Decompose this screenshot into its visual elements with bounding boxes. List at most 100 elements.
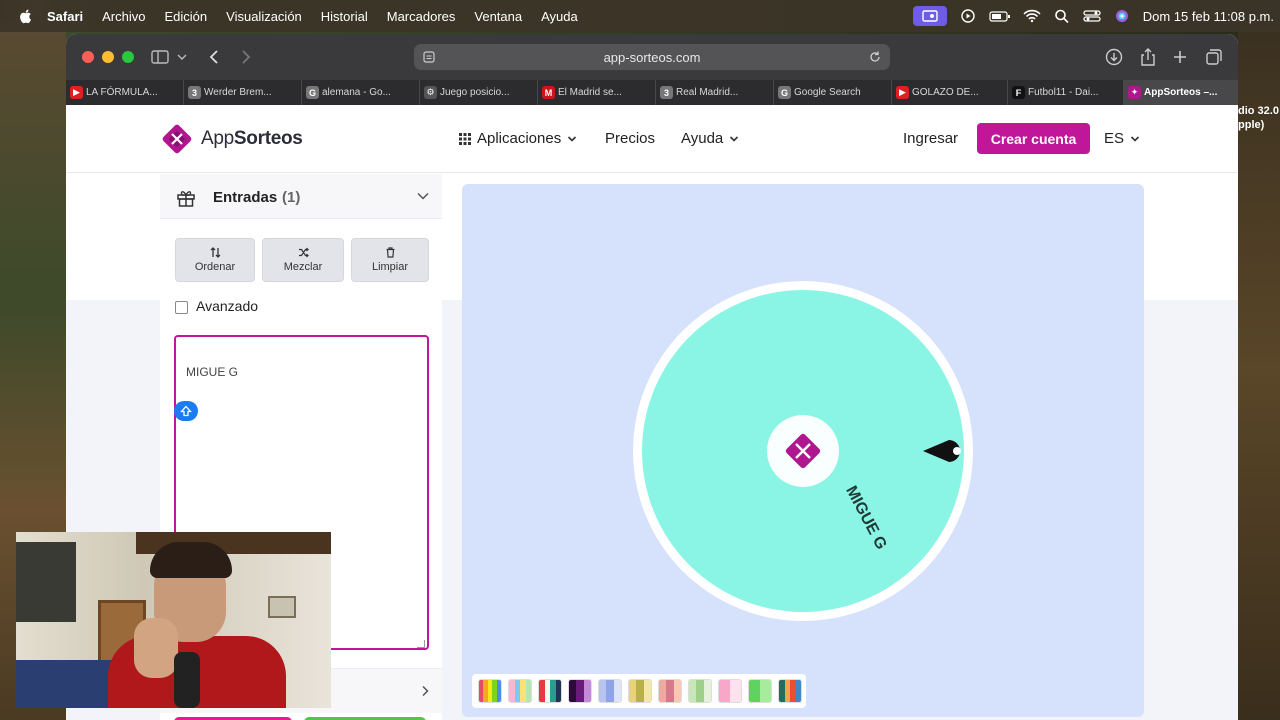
browser-tab[interactable]: 3 Werder Brem... xyxy=(184,80,302,105)
page-settings-icon[interactable] xyxy=(422,50,436,64)
new-tab-icon[interactable] xyxy=(1170,47,1190,67)
tab-overview-icon[interactable] xyxy=(1204,47,1224,67)
nav-help-label: Ayuda xyxy=(681,130,724,147)
close-button[interactable] xyxy=(82,51,94,63)
apple-icon[interactable] xyxy=(17,7,35,25)
browser-tab[interactable]: ⚙ Juego posicio... xyxy=(420,80,538,105)
youtube-icon: ▶ xyxy=(896,86,909,99)
futbol11-icon: F xyxy=(1012,86,1025,99)
language-selector[interactable]: ES xyxy=(1104,130,1140,147)
browser-tab[interactable]: F Futbol11 - Dai... xyxy=(1008,80,1124,105)
menu-bar: Safari Archivo Edición Visualización His… xyxy=(0,0,1280,32)
marca-icon: M xyxy=(542,86,555,99)
search-icon[interactable] xyxy=(1053,9,1071,23)
forward-icon[interactable] xyxy=(236,47,256,67)
webcam-overlay xyxy=(16,532,331,708)
browser-tab[interactable]: ▶ GOLAZO DE... xyxy=(892,80,1008,105)
menu-clock[interactable]: Dom 15 feb 11:08 p.m. xyxy=(1143,9,1274,24)
browser-tab-active[interactable]: ✦ AppSorteos –... xyxy=(1124,80,1238,105)
clear-button[interactable]: Limpiar xyxy=(351,238,429,282)
browser-toolbar: app-sorteos.com xyxy=(66,34,1238,80)
tab-bar: ▶ LA FÓRMULA... 3 Werder Brem... Galemana … xyxy=(66,80,1238,105)
menu-edicion[interactable]: Edición xyxy=(165,9,208,24)
tab-label: El Madrid se... xyxy=(558,87,622,98)
chevron-down-icon xyxy=(1130,135,1140,142)
menu-marcadores[interactable]: Marcadores xyxy=(387,9,456,24)
desktop-widget-text: dio 32.0 xyxy=(1238,105,1279,117)
textarea-resize-handle[interactable] xyxy=(417,640,425,648)
menu-ayuda[interactable]: Ayuda xyxy=(541,9,578,24)
advanced-checkbox[interactable] xyxy=(175,301,188,314)
nav-help[interactable]: Ayuda xyxy=(681,130,739,147)
nav-apps-label: Aplicaciones xyxy=(477,130,562,147)
grid-icon xyxy=(459,132,471,145)
browser-tab[interactable]: G Google Search xyxy=(774,80,892,105)
webcam-couch xyxy=(16,660,116,708)
logo-text-light: App xyxy=(201,128,234,149)
webcam-shelf xyxy=(16,542,76,622)
shuffle-button[interactable]: Mezclar xyxy=(262,238,344,282)
reload-icon[interactable] xyxy=(868,50,882,64)
caps-lock-icon xyxy=(180,405,192,417)
google-icon: G xyxy=(306,86,319,99)
menu-visualizacion[interactable]: Visualización xyxy=(226,9,302,24)
browser-tab[interactable]: 3 Real Madrid... xyxy=(656,80,774,105)
share-icon[interactable] xyxy=(1138,47,1158,67)
trash-icon xyxy=(386,247,394,258)
sort-icon xyxy=(210,247,220,258)
desktop-widget-text: pple) xyxy=(1238,119,1265,131)
site-logo[interactable]: AppSorteos xyxy=(160,122,303,156)
palette-swatch[interactable] xyxy=(718,679,742,703)
wheel-stage: MIGUE G xyxy=(462,184,1144,717)
menu-safari[interactable]: Safari xyxy=(47,9,83,24)
menu-ventana[interactable]: Ventana xyxy=(474,9,522,24)
google-icon: G xyxy=(778,86,791,99)
minimize-button[interactable] xyxy=(102,51,114,63)
wifi-icon[interactable] xyxy=(1023,9,1041,23)
screen-share-icon[interactable] xyxy=(912,6,947,26)
sidebar-icon[interactable] xyxy=(150,47,170,67)
microphone-icon xyxy=(174,652,200,708)
back-icon[interactable] xyxy=(204,47,224,67)
palette-swatch[interactable] xyxy=(478,679,502,703)
battery-icon[interactable] xyxy=(989,9,1011,23)
advanced-label[interactable]: Avanzado xyxy=(196,298,258,314)
palette-swatch[interactable] xyxy=(508,679,532,703)
tab-label: Real Madrid... xyxy=(676,87,739,98)
browser-tab[interactable]: M El Madrid se... xyxy=(538,80,656,105)
entries-header[interactable]: Entradas (1) xyxy=(160,174,442,219)
tab-label: Juego posicio... xyxy=(440,87,510,98)
palette-swatch[interactable] xyxy=(688,679,712,703)
chevron-down-icon xyxy=(568,135,577,142)
chevron-down-icon[interactable] xyxy=(176,47,188,67)
downloads-icon[interactable] xyxy=(1104,47,1124,67)
palette-swatch[interactable] xyxy=(568,679,592,703)
menu-historial[interactable]: Historial xyxy=(321,9,368,24)
caps-lock-indicator xyxy=(174,401,198,421)
nav-prices[interactable]: Precios xyxy=(605,130,655,147)
palette-swatch[interactable] xyxy=(658,679,682,703)
palette-swatch[interactable] xyxy=(538,679,562,703)
siri-icon[interactable] xyxy=(1113,9,1131,23)
browser-tab[interactable]: ▶ LA FÓRMULA... xyxy=(66,80,184,105)
browser-tab[interactable]: Galemana - Go... xyxy=(302,80,420,105)
sort-button[interactable]: Ordenar xyxy=(175,238,255,282)
palette-swatch[interactable] xyxy=(628,679,652,703)
control-center-icon[interactable] xyxy=(1083,9,1101,23)
address-bar[interactable]: app-sorteos.com xyxy=(414,44,890,70)
palette-swatch[interactable] xyxy=(778,679,802,703)
menu-archivo[interactable]: Archivo xyxy=(102,9,145,24)
palette-swatch[interactable] xyxy=(748,679,772,703)
site-icon: 3 xyxy=(660,86,673,99)
shuffle-icon xyxy=(298,247,309,258)
maximize-button[interactable] xyxy=(122,51,134,63)
clear-label: Limpiar xyxy=(371,261,409,273)
chevron-down-icon[interactable] xyxy=(416,189,430,203)
login-label: Ingresar xyxy=(903,130,959,147)
palette-swatch[interactable] xyxy=(598,679,622,703)
login-link[interactable]: Ingresar xyxy=(903,130,958,147)
play-icon[interactable] xyxy=(959,9,977,23)
nav-apps[interactable]: Aplicaciones xyxy=(459,130,577,147)
spin-wheel[interactable]: MIGUE G xyxy=(632,280,974,622)
signup-button[interactable]: Crear cuenta xyxy=(977,123,1090,154)
